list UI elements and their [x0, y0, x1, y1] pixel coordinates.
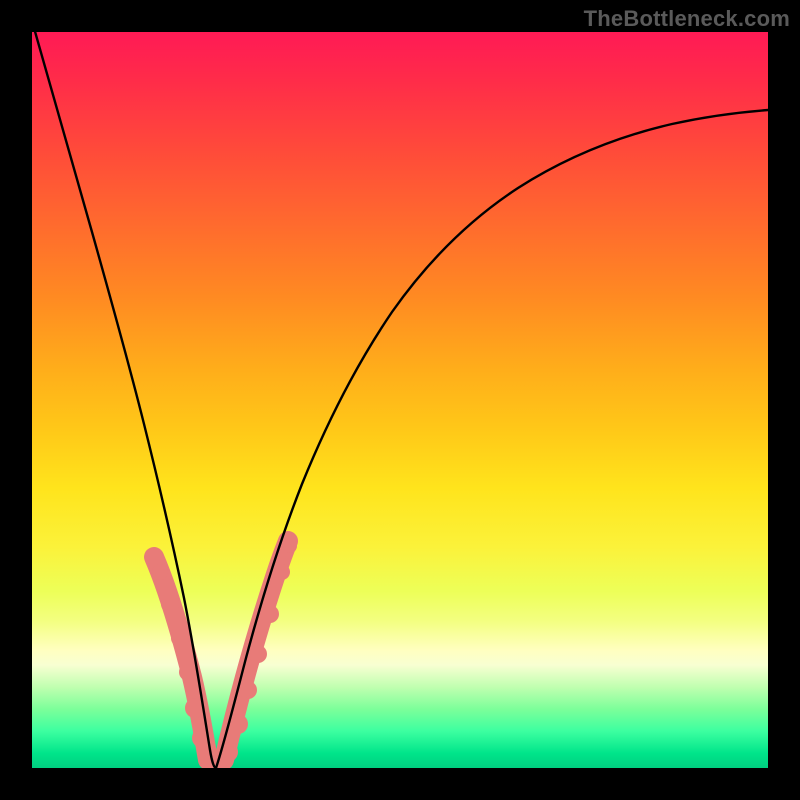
- right-curve: [216, 110, 768, 768]
- curves-layer: [32, 32, 768, 768]
- black-frame: TheBottleneck.com: [0, 0, 800, 800]
- plot-area: [32, 32, 768, 768]
- watermark-text: TheBottleneck.com: [584, 6, 790, 32]
